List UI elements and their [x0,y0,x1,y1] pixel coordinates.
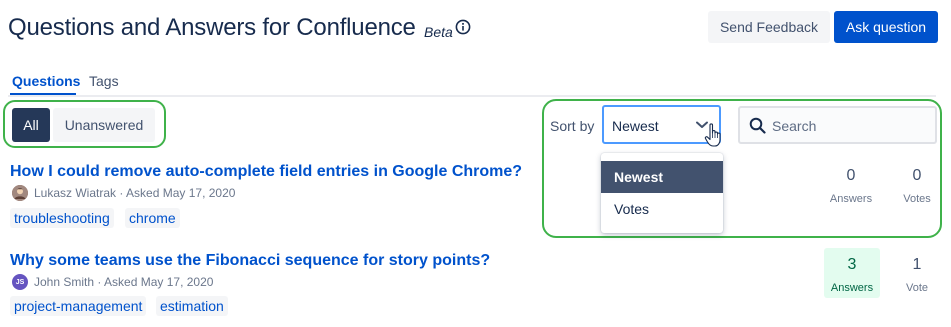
beta-label: Beta [424,24,453,40]
answers-number: 3 [847,256,857,273]
send-feedback-button[interactable]: Send Feedback [708,11,830,43]
filter-unanswered-button[interactable]: Unanswered [53,108,155,142]
tag-estimation[interactable]: estimation [156,296,228,316]
answers-number: 0 [846,167,856,184]
sort-option-newest[interactable]: Newest [601,161,723,193]
question-meta: JS John Smith · Asked May 17, 2020 [12,274,213,290]
sort-dropdown-menu: Newest Votes [601,153,723,233]
author-name[interactable]: John Smith [34,275,94,289]
votes-label: Vote [905,282,929,294]
tab-questions[interactable]: Questions [12,73,80,89]
tabs-divider [8,95,936,97]
votes-number: 1 [912,256,922,273]
asked-date: · Asked May 17, 2020 [97,275,214,289]
votes-count: 1 Vote [896,256,938,298]
active-tab-indicator [10,93,76,95]
avatar[interactable]: JS [12,274,28,290]
info-icon[interactable] [455,19,471,35]
sort-option-votes[interactable]: Votes [601,193,723,225]
author-name[interactable]: Lukasz Wiatrak [34,186,116,200]
tag-troubleshooting[interactable]: troubleshooting [10,208,114,228]
page-title: Questions and Answers for Confluence [8,14,416,41]
votes-label: Votes [903,193,931,205]
tab-tags[interactable]: Tags [89,73,119,89]
tag-chrome[interactable]: chrome [125,208,180,228]
search-icon [749,117,766,134]
sort-selected-value: Newest [612,118,659,134]
answers-label: Answers [829,193,873,205]
question-meta: Lukasz Wiatrak · Asked May 17, 2020 [12,185,235,201]
question-title-link[interactable]: Why some teams use the Fibonacci sequenc… [10,252,490,270]
votes-number: 0 [912,167,922,184]
question-title-link[interactable]: How I could remove auto-complete field e… [10,163,522,181]
search-field[interactable] [738,106,937,144]
answers-label: Answers [830,282,874,294]
sort-label: Sort by [550,118,595,134]
tag-project-management[interactable]: project-management [10,296,147,316]
avatar[interactable] [12,185,28,201]
answers-count-answered: 3 Answers [824,248,880,298]
search-input[interactable] [772,116,922,136]
ask-question-button[interactable]: Ask question [834,11,938,43]
user-photo-icon [12,185,28,201]
hand-cursor-icon [704,123,721,147]
filter-all-button[interactable]: All [12,108,50,142]
answers-count: 0 Answers [823,167,879,209]
asked-date: · Asked May 17, 2020 [119,186,236,200]
votes-count: 0 Votes [896,167,938,209]
